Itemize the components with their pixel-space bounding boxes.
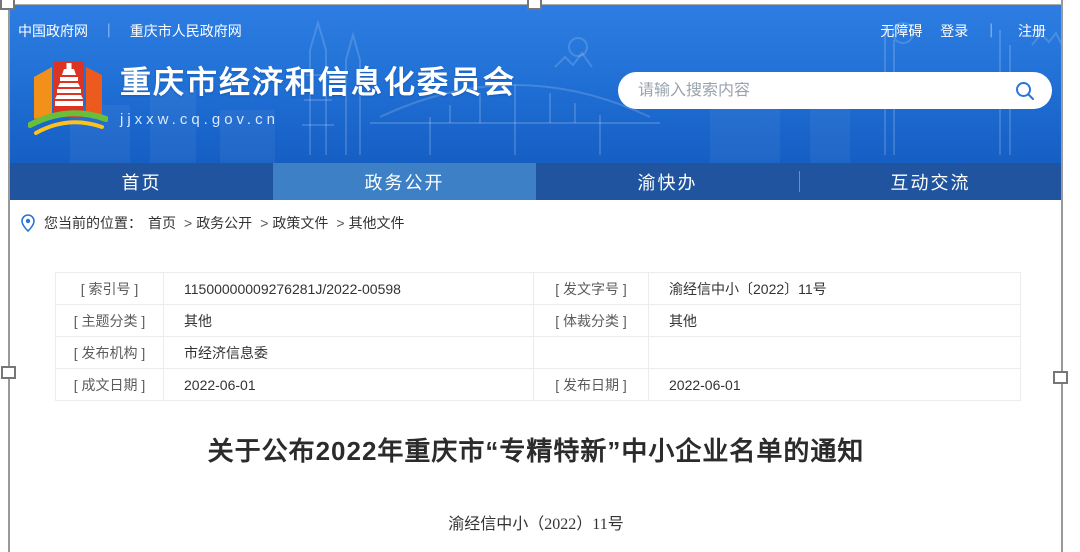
resize-handle-top-center[interactable] bbox=[527, 0, 542, 10]
meta-label-publish-date: [ 发布日期 ] bbox=[534, 369, 649, 401]
resize-handle-top-left[interactable] bbox=[0, 0, 15, 10]
search-icon[interactable] bbox=[1012, 78, 1038, 104]
account-links: 无障碍 登录 ｜ 注册 bbox=[866, 21, 1046, 41]
location-pin-icon bbox=[20, 214, 36, 232]
meta-value-publish-date: 2022-06-01 bbox=[649, 369, 1021, 401]
main-nav: 首页 政务公开 渝快办 互动交流 bbox=[10, 163, 1062, 200]
document-meta-table: [ 索引号 ] 11500000009276281J/2022-00598 [ … bbox=[55, 272, 1021, 401]
breadcrumb-other-files[interactable]: 其他文件 bbox=[349, 213, 405, 233]
table-row: [ 主题分类 ] 其他 [ 体裁分类 ] 其他 bbox=[56, 305, 1021, 337]
link-separator: ｜ bbox=[984, 23, 998, 39]
nav-item-gov-info[interactable]: 政务公开 bbox=[273, 163, 536, 200]
breadcrumb-home[interactable]: 首页 bbox=[148, 213, 176, 233]
document-number: 渝经信中小（2022）11号 bbox=[10, 510, 1062, 534]
gov-links: 中国政府网 ｜ 重庆市人民政府网 bbox=[18, 21, 242, 41]
search-input[interactable] bbox=[638, 82, 1012, 100]
frame-line-right bbox=[1061, 0, 1063, 552]
breadcrumb-separator: > bbox=[336, 215, 344, 231]
breadcrumb: 您当前的位置： 首页 > 政务公开 > 政策文件 > 其他文件 bbox=[10, 200, 1062, 245]
nav-item-interaction[interactable]: 互动交流 bbox=[799, 163, 1062, 200]
table-row: [ 索引号 ] 11500000009276281J/2022-00598 [ … bbox=[56, 273, 1021, 305]
utility-bar: 中国政府网 ｜ 重庆市人民政府网 无障碍 登录 ｜ 注册 bbox=[10, 5, 1062, 41]
nav-item-yukuaiban[interactable]: 渝快办 bbox=[536, 163, 799, 200]
table-row: [ 发布机构 ] 市经济信息委 bbox=[56, 337, 1021, 369]
site-title-block: 重庆市经济和信息化委员会 jjxxw.cq.gov.cn bbox=[120, 55, 516, 128]
breadcrumb-prefix: 您当前的位置： bbox=[44, 213, 142, 233]
meta-value-empty bbox=[649, 337, 1021, 369]
table-row: [ 成文日期 ] 2022-06-01 [ 发布日期 ] 2022-06-01 bbox=[56, 369, 1021, 401]
breadcrumb-separator: > bbox=[184, 215, 192, 231]
resize-handle-middle-left[interactable] bbox=[1, 366, 16, 379]
meta-label-doc-symbol: [ 发文字号 ] bbox=[534, 273, 649, 305]
breadcrumb-policy-files[interactable]: 政策文件 bbox=[272, 213, 328, 233]
link-separator: ｜ bbox=[102, 23, 116, 39]
meta-value-topic-category: 其他 bbox=[164, 305, 534, 337]
link-china-gov[interactable]: 中国政府网 bbox=[18, 23, 88, 39]
meta-label-index-number: [ 索引号 ] bbox=[56, 273, 164, 305]
login-link[interactable]: 登录 bbox=[940, 23, 968, 39]
site-url: jjxxw.cq.gov.cn bbox=[120, 111, 516, 128]
meta-value-issuing-agency: 市经济信息委 bbox=[164, 337, 534, 369]
meta-value-genre-category: 其他 bbox=[649, 305, 1021, 337]
search-bar bbox=[618, 72, 1052, 109]
resize-handle-middle-right[interactable] bbox=[1053, 371, 1068, 384]
breadcrumb-separator: > bbox=[260, 215, 268, 231]
meta-value-doc-symbol: 渝经信中小〔2022〕11号 bbox=[649, 273, 1021, 305]
link-chongqing-gov[interactable]: 重庆市人民政府网 bbox=[130, 23, 242, 39]
breadcrumb-gov-info[interactable]: 政务公开 bbox=[196, 213, 252, 233]
meta-value-written-date: 2022-06-01 bbox=[164, 369, 534, 401]
meta-label-empty bbox=[534, 337, 649, 369]
register-link[interactable]: 注册 bbox=[1018, 23, 1046, 39]
site-name: 重庆市经济和信息化委员会 bbox=[120, 57, 516, 102]
meta-label-genre-category: [ 体裁分类 ] bbox=[534, 305, 649, 337]
document-title: 关于公布2022年重庆市“专精特新”中小企业名单的通知 bbox=[10, 431, 1062, 468]
nav-item-home[interactable]: 首页 bbox=[10, 163, 273, 200]
meta-value-index-number: 11500000009276281J/2022-00598 bbox=[164, 273, 534, 305]
page-container: 中国政府网 ｜ 重庆市人民政府网 无障碍 登录 ｜ 注册 bbox=[10, 5, 1062, 552]
frame-line-left bbox=[8, 0, 10, 552]
meta-label-written-date: [ 成文日期 ] bbox=[56, 369, 164, 401]
agency-logo-icon bbox=[28, 55, 108, 139]
site-banner: 中国政府网 ｜ 重庆市人民政府网 无障碍 登录 ｜ 注册 bbox=[10, 5, 1062, 163]
meta-label-topic-category: [ 主题分类 ] bbox=[56, 305, 164, 337]
meta-label-issuing-agency: [ 发布机构 ] bbox=[56, 337, 164, 369]
accessibility-link[interactable]: 无障碍 bbox=[880, 23, 922, 39]
